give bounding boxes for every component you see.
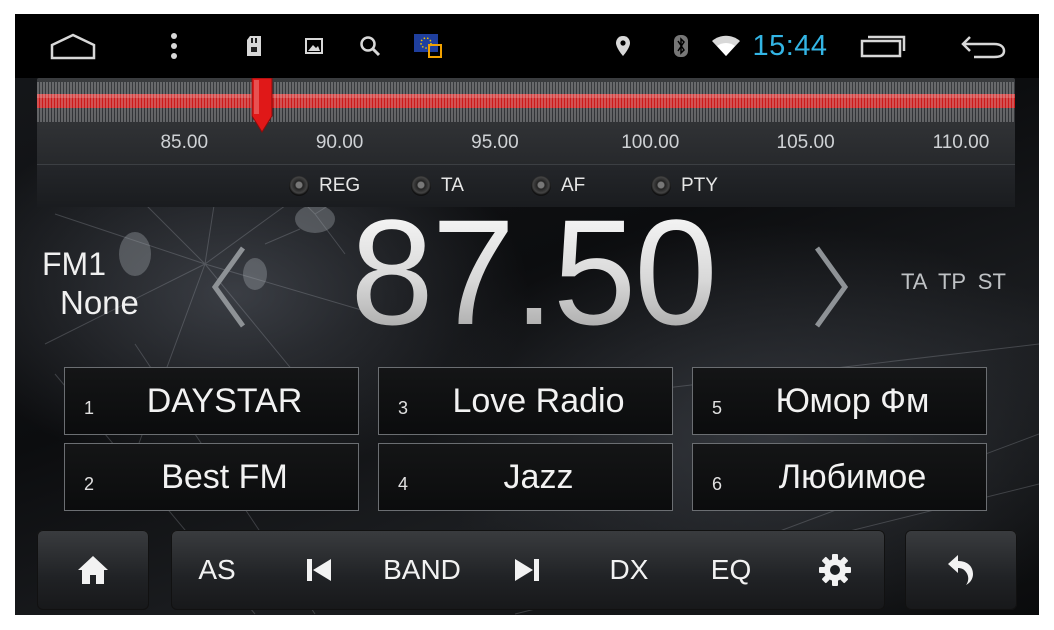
preset-number: 6 bbox=[712, 474, 723, 494]
eq-button[interactable]: EQ bbox=[691, 530, 771, 610]
scale-band-highlight bbox=[37, 94, 1015, 98]
current-frequency: 87.50 bbox=[328, 192, 738, 352]
preset-name: Best FM bbox=[161, 458, 288, 496]
sd-card-icon bbox=[239, 14, 269, 78]
location-icon bbox=[611, 14, 635, 78]
reg-radio-icon bbox=[289, 176, 309, 196]
rds-flags: TA TP ST bbox=[901, 269, 1006, 294]
station-name: None bbox=[60, 284, 139, 321]
wifi-icon bbox=[709, 14, 743, 78]
preset-number: 3 bbox=[398, 398, 409, 418]
preset-name: Юмор Фм bbox=[775, 382, 930, 420]
scale-label: 100.00 bbox=[621, 132, 680, 153]
band-button[interactable]: BAND bbox=[371, 530, 473, 610]
scale-labels: 85.00 90.00 95.00 100.00 105.00 110.00 bbox=[37, 132, 1015, 156]
radio-screen: 15:44 85.00 90.00 95.00 100.00 105.00 110.00 … bbox=[15, 14, 1039, 615]
frequency-scale[interactable]: 85.00 90.00 95.00 100.00 105.00 110.00 bbox=[37, 78, 1015, 168]
preset-2[interactable]: 2 Best FM bbox=[64, 443, 359, 511]
seek-down-arrow-icon[interactable] bbox=[203, 242, 253, 332]
search-icon[interactable] bbox=[355, 14, 385, 78]
gallery-icon bbox=[299, 14, 329, 78]
preset-name: Любимое bbox=[778, 458, 927, 496]
gear-icon bbox=[819, 554, 851, 586]
bluetooth-icon bbox=[669, 14, 693, 78]
status-bar: 15:44 bbox=[15, 14, 1039, 78]
skip-next-icon bbox=[515, 559, 539, 581]
next-button[interactable] bbox=[487, 530, 567, 610]
status-clock: 15:44 bbox=[752, 29, 828, 62]
prev-button[interactable] bbox=[279, 530, 359, 610]
home-outline-icon[interactable] bbox=[45, 14, 101, 78]
seek-up-arrow-icon[interactable] bbox=[807, 242, 857, 332]
as-button[interactable]: AS bbox=[177, 530, 257, 610]
scale-label: 105.00 bbox=[776, 132, 835, 153]
preset-name: Jazz bbox=[503, 458, 574, 496]
back-icon[interactable] bbox=[957, 14, 1009, 78]
return-button[interactable] bbox=[905, 530, 1017, 610]
preset-number: 1 bbox=[84, 398, 95, 418]
preset-4[interactable]: 4 Jazz bbox=[378, 443, 673, 511]
preset-number: 5 bbox=[712, 398, 723, 418]
overflow-menu-icon[interactable] bbox=[161, 14, 187, 78]
dx-button[interactable]: DX bbox=[589, 530, 669, 610]
scale-label: 95.00 bbox=[471, 132, 519, 153]
undo-arrow-icon bbox=[948, 555, 973, 585]
preset-name: DAYSTAR bbox=[146, 382, 303, 420]
eu-flag-icon bbox=[411, 14, 445, 78]
home-icon bbox=[78, 556, 108, 584]
preset-5[interactable]: 5 Юмор Фм bbox=[692, 367, 987, 435]
scale-label: 90.00 bbox=[315, 132, 364, 153]
settings-button[interactable] bbox=[795, 530, 875, 610]
preset-number: 2 bbox=[84, 474, 95, 494]
tuning-needle[interactable] bbox=[249, 78, 275, 134]
scale-ticks bbox=[37, 82, 1015, 122]
recent-apps-icon[interactable] bbox=[857, 14, 909, 78]
preset-1[interactable]: 1 DAYSTAR bbox=[64, 367, 359, 435]
preset-3[interactable]: 3 Love Radio bbox=[378, 367, 673, 435]
scale-label: 110.00 bbox=[932, 132, 990, 153]
preset-6[interactable]: 6 Любимое bbox=[692, 443, 987, 511]
home-button[interactable] bbox=[37, 530, 149, 610]
preset-number: 4 bbox=[398, 474, 409, 494]
skip-previous-icon bbox=[307, 559, 331, 581]
scale-label: 85.00 bbox=[160, 132, 209, 153]
preset-name: Love Radio bbox=[452, 382, 625, 420]
band-label: FM1 bbox=[42, 246, 106, 282]
